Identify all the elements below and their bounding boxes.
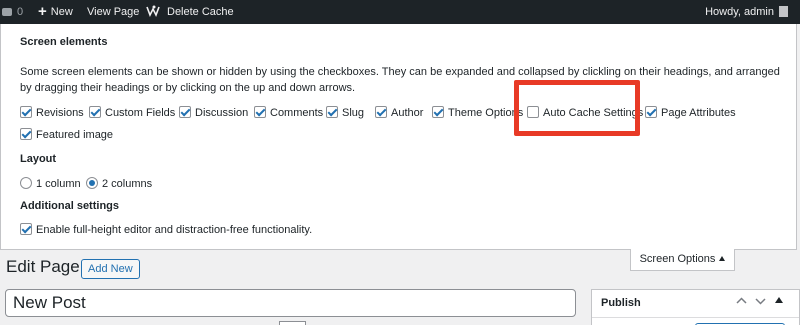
checkbox-box[interactable] — [20, 223, 32, 235]
checkbox-label: Page Attributes — [661, 107, 736, 119]
checkbox-label: Discussion — [195, 107, 249, 119]
cache-logo-icon — [146, 5, 160, 17]
checkbox-custom-fields[interactable]: Custom Fields — [89, 106, 175, 120]
checkbox-box[interactable] — [20, 128, 32, 140]
checkbox-box[interactable] — [89, 106, 101, 118]
publish-divider — [592, 317, 799, 318]
checkbox-box[interactable] — [645, 106, 657, 118]
checkbox-featured-image[interactable]: Featured image — [20, 128, 113, 142]
comment-bubble-icon — [2, 8, 12, 16]
account-menu[interactable]: Howdy, admin — [705, 0, 788, 24]
checkbox-box[interactable] — [254, 106, 266, 118]
screen-elements-heading: Screen elements — [20, 36, 108, 48]
new-label: New — [50, 6, 73, 18]
checkbox-label: Revisions — [36, 107, 84, 119]
plus-icon: + — [38, 3, 47, 20]
checkbox-label: Comments — [270, 107, 324, 119]
checkbox-box[interactable] — [20, 106, 32, 118]
checkbox-full-height-editor[interactable]: Enable full-height editor and distractio… — [20, 223, 312, 237]
radio-circle[interactable] — [86, 177, 98, 189]
checkbox-page-attributes[interactable]: Page Attributes — [645, 106, 736, 120]
checkbox-label: Featured image — [36, 129, 114, 141]
radio-circle[interactable] — [20, 177, 32, 189]
checkbox-box[interactable] — [432, 106, 444, 118]
checkbox-author[interactable]: Author — [375, 106, 423, 120]
radio-label: 1 column — [36, 178, 81, 190]
checkbox-label: Author — [391, 107, 424, 119]
collapse-toggle-icon[interactable] — [775, 297, 783, 303]
radio-1-column[interactable]: 1 column — [20, 177, 81, 191]
checkbox-box[interactable] — [326, 106, 338, 118]
add-new-button[interactable]: Add New — [81, 259, 140, 279]
move-down-icon[interactable] — [755, 296, 766, 306]
checkbox-discussion[interactable]: Discussion — [179, 106, 248, 120]
avatar — [779, 6, 788, 17]
checkbox-revisions[interactable]: Revisions — [20, 106, 84, 120]
checkbox-box[interactable] — [527, 106, 539, 118]
screen-options-panel: Screen elements Some screen elements can… — [0, 24, 797, 250]
post-title-input[interactable]: New Post — [5, 289, 576, 317]
delete-cache-label: Delete Cache — [167, 6, 234, 18]
publish-box: Publish — [591, 289, 800, 325]
checkbox-auto-cache-settings[interactable]: Auto Cache Settings — [527, 106, 643, 120]
checkbox-box[interactable] — [375, 106, 387, 118]
checkbox-label: Enable full-height editor and distractio… — [36, 224, 313, 236]
layout-heading: Layout — [20, 153, 57, 165]
checkbox-label: Slug — [342, 107, 365, 119]
screen-options-toggle[interactable]: Screen Options — [630, 249, 735, 271]
move-up-icon[interactable] — [736, 296, 747, 306]
checkbox-label: Theme Options — [448, 107, 524, 119]
checkbox-theme-options[interactable]: Theme Options — [432, 106, 523, 120]
checkbox-box[interactable] — [179, 106, 191, 118]
checkbox-slug[interactable]: Slug — [326, 106, 364, 120]
publish-title: Publish — [601, 297, 641, 309]
new-content-menu[interactable]: + New — [38, 0, 73, 24]
comments-menu[interactable]: 0 — [2, 0, 23, 24]
checkbox-label: Custom Fields — [105, 107, 176, 119]
radio-2-columns[interactable]: 2 columns — [86, 177, 152, 191]
screen-elements-description: Some screen elements can be shown or hid… — [20, 66, 780, 94]
howdy-label: Howdy, admin — [705, 6, 774, 18]
delete-cache-menu[interactable]: Delete Cache — [146, 0, 234, 24]
view-page-link[interactable]: View Page — [87, 0, 139, 24]
admin-bar: 0 + New View Page Delete Cache Howdy, adm… — [0, 0, 800, 24]
page-title: Edit Page — [6, 257, 80, 276]
screen-options-tab-label: Screen Options — [639, 253, 716, 265]
radio-label: 2 columns — [102, 178, 153, 190]
checkbox-comments[interactable]: Comments — [254, 106, 323, 120]
editor-tab-button[interactable] — [279, 321, 306, 325]
caret-up-icon — [719, 256, 726, 261]
additional-settings-heading: Additional settings — [20, 200, 119, 212]
checkbox-label: Auto Cache Settings — [543, 107, 644, 119]
comments-count: 0 — [17, 6, 24, 18]
